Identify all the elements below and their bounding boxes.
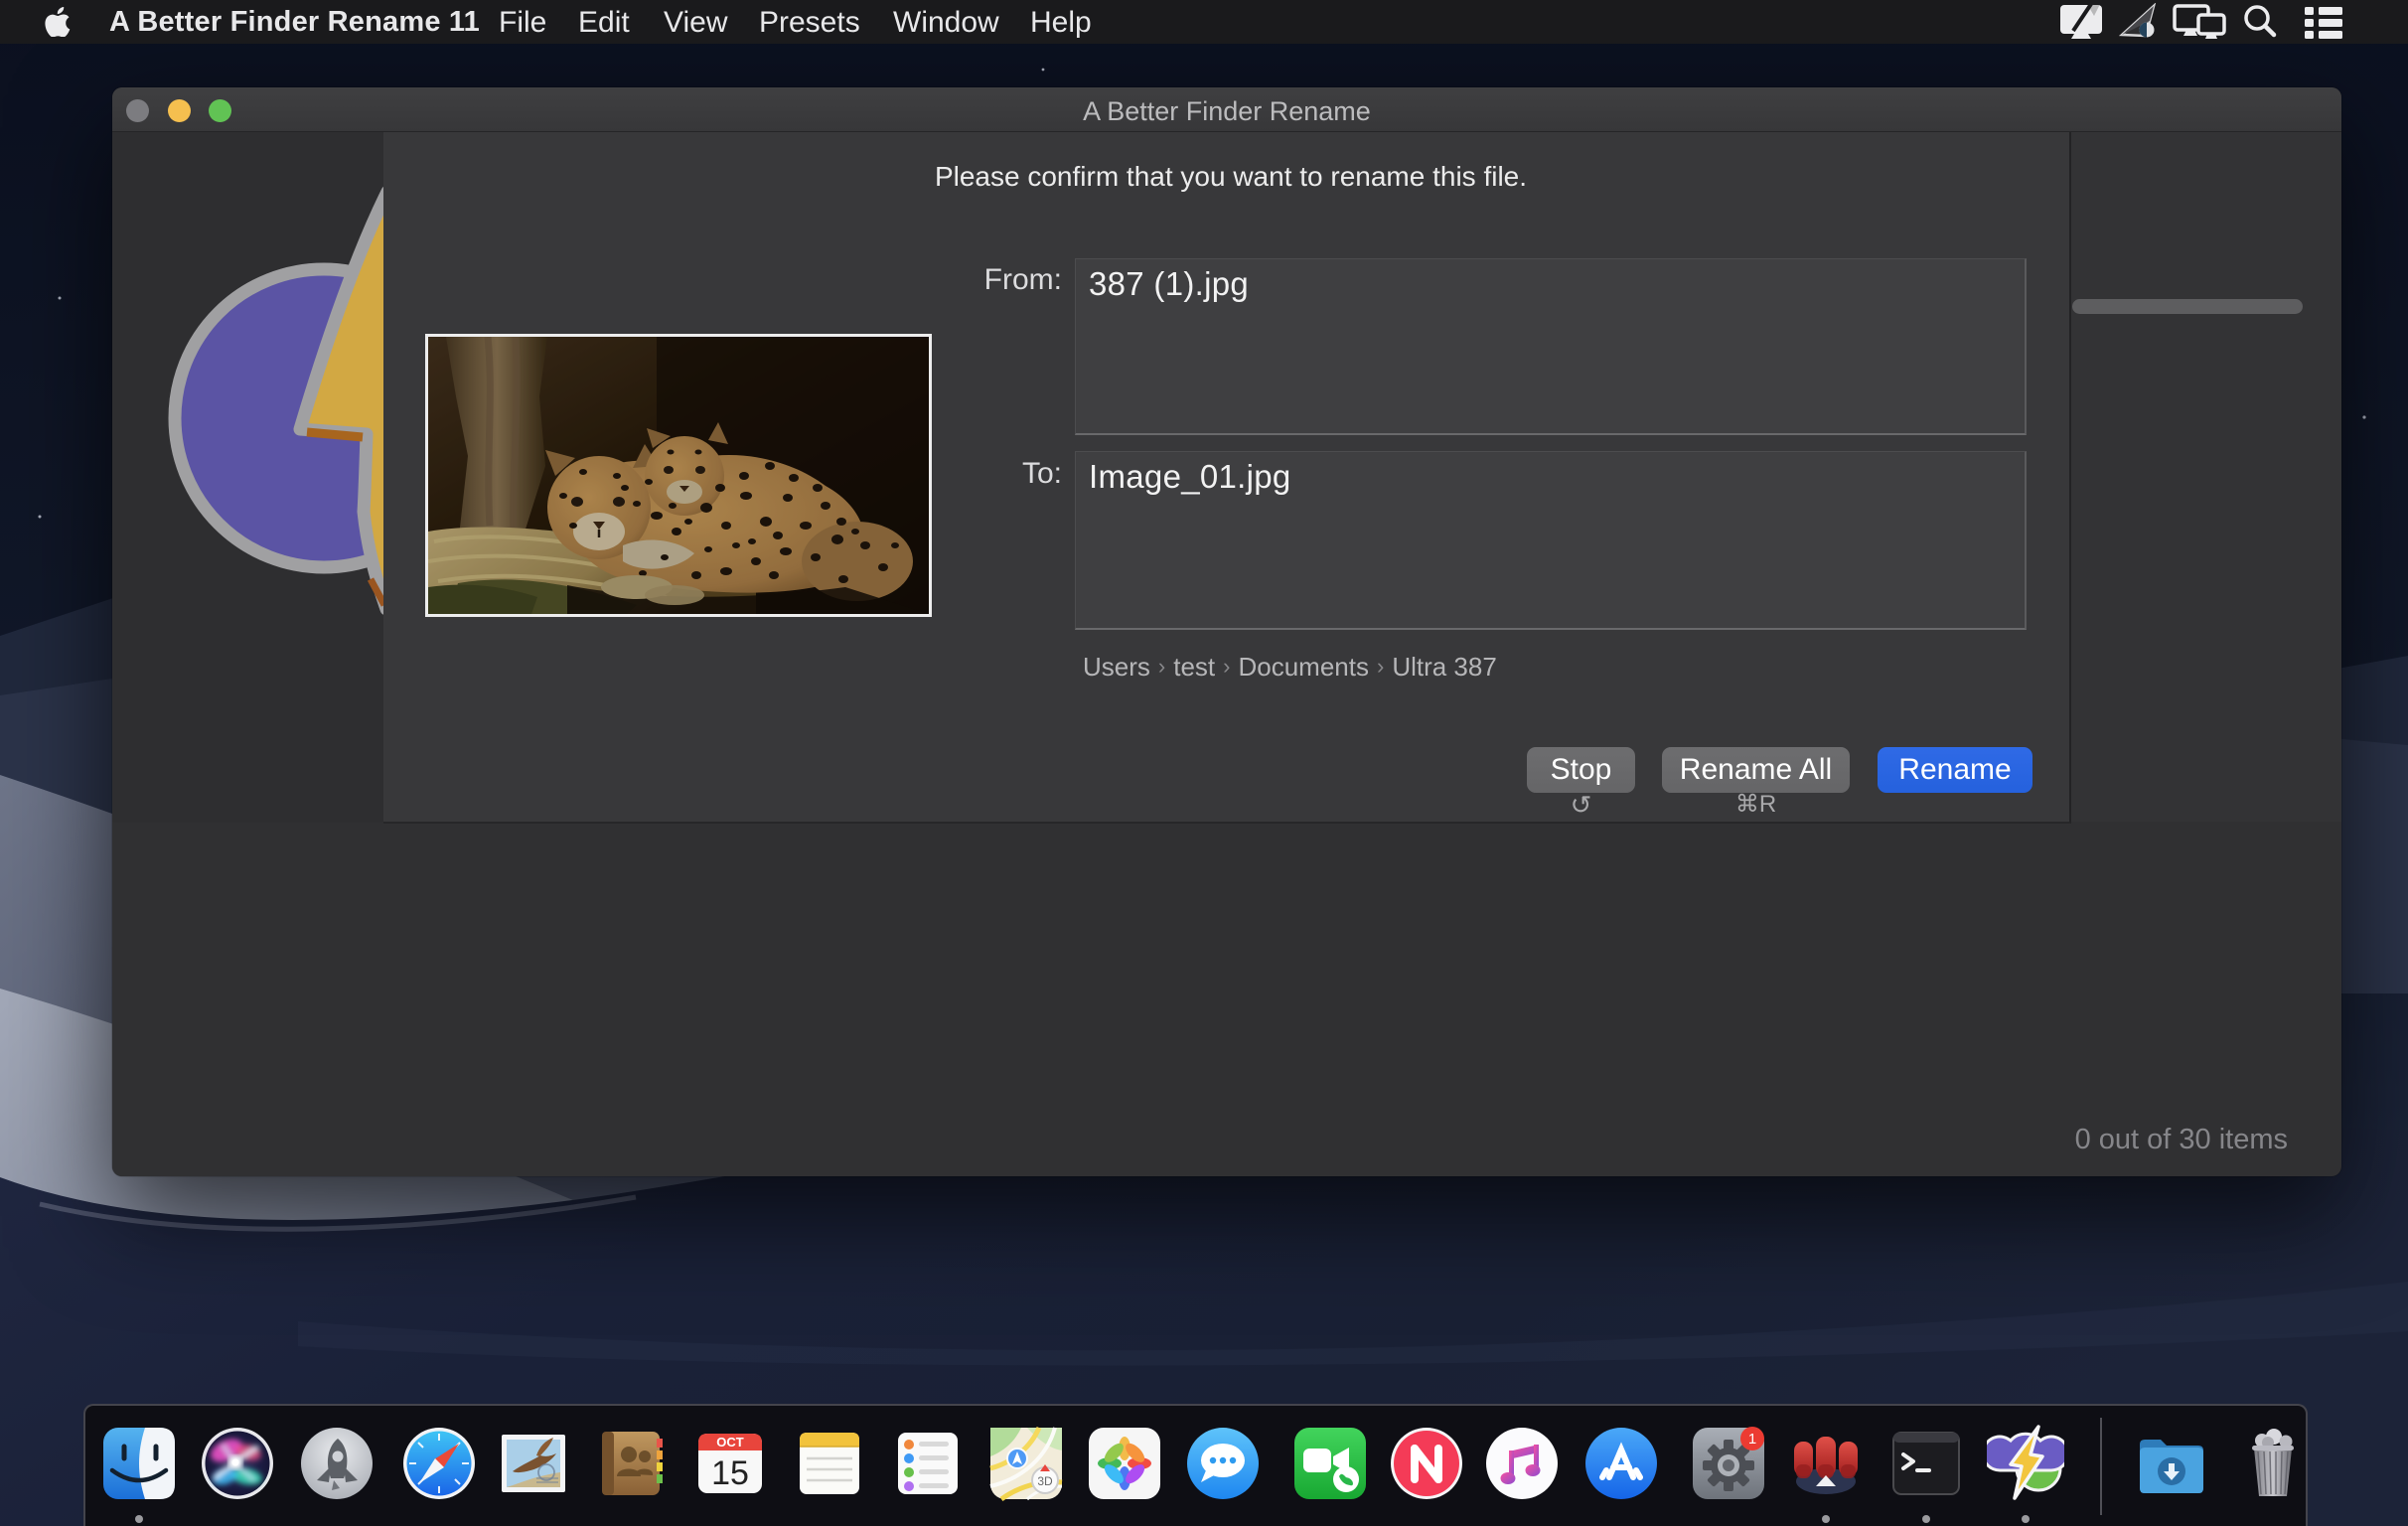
svg-text:1: 1 — [1748, 1431, 1756, 1448]
svg-text:3D: 3D — [1037, 1474, 1053, 1488]
svg-text:OCT: OCT — [716, 1435, 744, 1450]
svg-text:15: 15 — [711, 1454, 749, 1492]
